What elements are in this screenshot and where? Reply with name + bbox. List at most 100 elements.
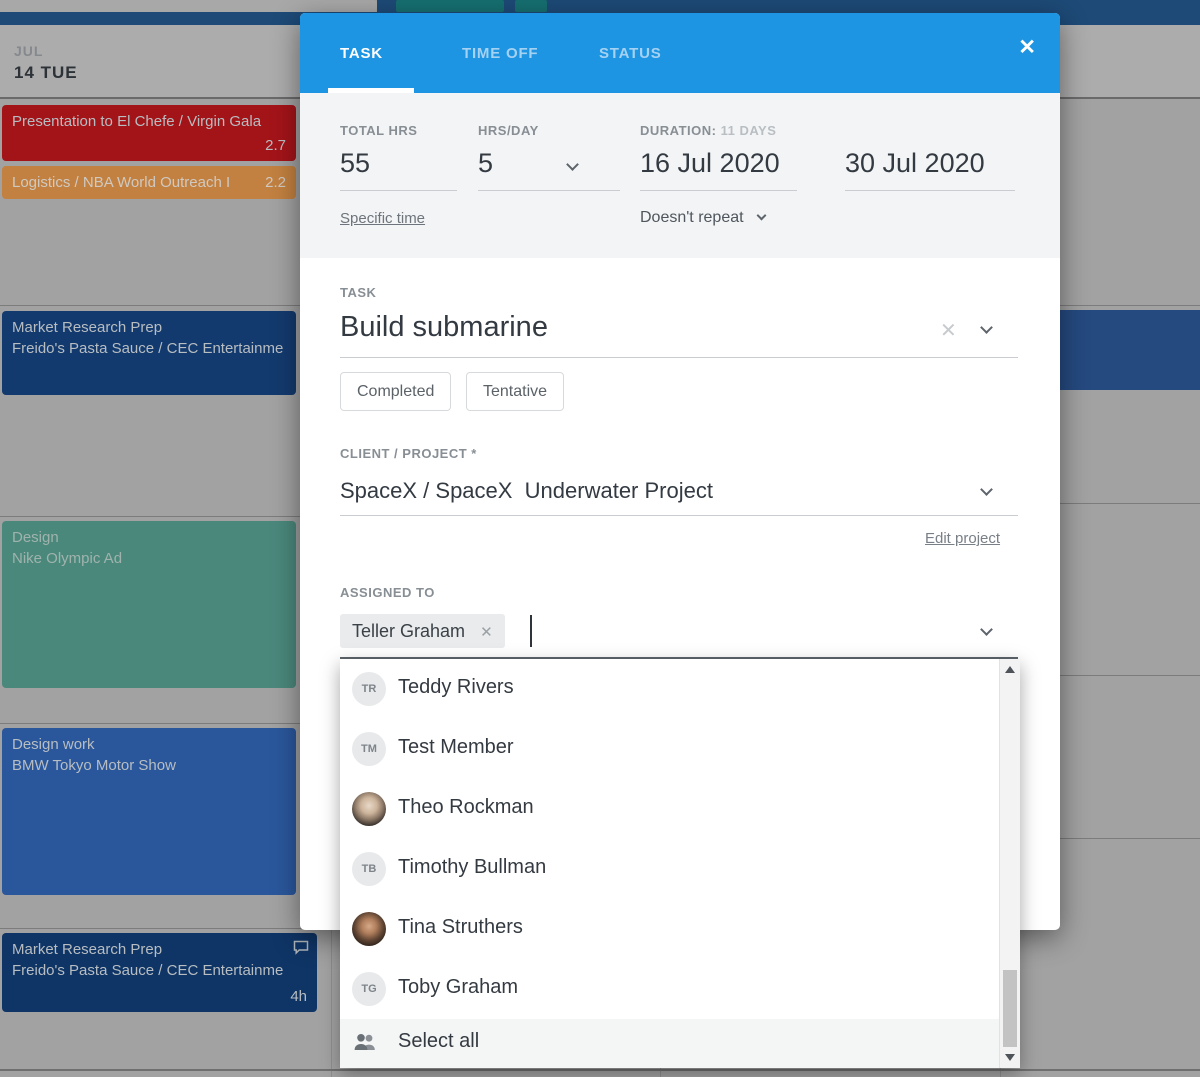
grid-row-line (0, 305, 331, 306)
edit-project-link[interactable]: Edit project (925, 530, 1000, 547)
assignee-dropdown: TR Teddy Rivers TM Test Member Theo Rock… (340, 659, 1020, 1068)
task-block-project: BMW Tokyo Motor Show (12, 755, 286, 776)
task-block-design-work[interactable]: Design work BMW Tokyo Motor Show (2, 728, 296, 895)
task-block-title: Presentation to El Chefe / Virgin Gala (12, 111, 286, 132)
chevron-down-icon[interactable] (980, 483, 993, 496)
scroll-down-icon[interactable] (1005, 1054, 1015, 1061)
grid-row-line (1060, 305, 1200, 306)
task-block-project: Freido's Pasta Sauce / CEC Entertainme (12, 960, 307, 981)
scroll-up-icon[interactable] (1005, 666, 1015, 673)
completed-button[interactable]: Completed (340, 372, 451, 411)
member-name: Toby Graham (398, 976, 518, 999)
grid-row-line (1060, 675, 1200, 676)
member-option[interactable]: TG Toby Graham (340, 959, 1020, 1019)
schedule-app: JUL 14 TUE Presentation to El Chefe / Vi… (0, 0, 1200, 1077)
task-block-right[interactable] (1060, 310, 1200, 390)
member-option[interactable]: TR Teddy Rivers (340, 659, 1020, 719)
total-hrs-underline (340, 190, 457, 191)
member-name: Theo Rockman (398, 796, 534, 819)
member-option[interactable]: TM Test Member (340, 719, 1020, 779)
task-block-design[interactable]: Design Nike Olympic Ad (2, 521, 296, 688)
grid-row-line (0, 516, 331, 517)
tab-task[interactable]: TASK (340, 45, 383, 62)
grid-bottom-line (0, 1069, 1200, 1071)
avatar-photo (352, 792, 386, 826)
avatar: TM (352, 732, 386, 766)
total-hrs-input[interactable]: 55 (340, 148, 370, 179)
hrs-day-underline (478, 190, 620, 191)
task-label: TASK (340, 285, 376, 300)
tentative-button[interactable]: Tentative (466, 372, 564, 411)
specific-time-link[interactable]: Specific time (340, 210, 425, 227)
month-label: JUL (14, 43, 43, 59)
duration-label: DURATION: 11 DAYS (640, 123, 776, 138)
people-icon (354, 1034, 378, 1051)
text-caret (530, 615, 532, 647)
grid-row-line (1060, 838, 1200, 839)
grid-row-line (0, 928, 331, 929)
duration-days: 11 DAYS (721, 123, 777, 138)
modal-header: TASK TIME OFF STATUS ✕ (300, 13, 1060, 93)
chevron-down-icon[interactable] (566, 158, 579, 171)
member-name: Tina Struthers (398, 916, 523, 939)
hours-section: TOTAL HRS 55 HRS/DAY 5 DURATION: 11 DAYS… (300, 93, 1060, 258)
top-task-bar-teal-2[interactable] (515, 0, 547, 12)
task-name-input[interactable]: Build submarine (340, 311, 548, 344)
client-project-label: CLIENT / PROJECT * (340, 446, 477, 461)
task-block-title: Market Research Prep (12, 317, 286, 338)
chevron-down-icon[interactable] (980, 623, 993, 636)
chevron-down-icon[interactable] (980, 321, 993, 334)
top-task-bar-teal[interactable] (396, 0, 504, 12)
grid-row-line (0, 723, 331, 724)
task-block-title: Logistics / NBA World Outreach I (12, 172, 286, 193)
repeat-select[interactable]: Doesn't repeat (640, 209, 765, 227)
chevron-down-icon (757, 211, 767, 221)
top-task-bar-gray[interactable] (0, 0, 377, 12)
member-option[interactable]: Theo Rockman (340, 779, 1020, 839)
task-block-market-research[interactable]: Market Research Prep Freido's Pasta Sauc… (2, 311, 296, 395)
task-block-hours: 4h (290, 986, 307, 1007)
member-name: Test Member (398, 736, 514, 759)
task-block-title: Design work (12, 734, 286, 755)
dropdown-scrollbar[interactable] (999, 659, 1020, 1068)
member-name: Timothy Bullman (398, 856, 546, 879)
client-project-select[interactable]: SpaceX / SpaceX Underwater Project (340, 478, 713, 504)
tab-time-off[interactable]: TIME OFF (462, 45, 538, 62)
hrs-day-label: HRS/DAY (478, 123, 539, 138)
start-date-input[interactable]: 16 Jul 2020 (640, 148, 780, 179)
task-block-presentation[interactable]: Presentation to El Chefe / Virgin Gala 2… (2, 105, 296, 161)
end-date-underline (845, 190, 1015, 191)
avatar-photo (352, 912, 386, 946)
task-underline (340, 357, 1018, 358)
task-block-hours: 2.2 (265, 172, 286, 193)
start-date-underline (640, 190, 797, 191)
hrs-day-select[interactable]: 5 (478, 148, 493, 179)
grid-row-line (1060, 503, 1200, 504)
clear-task-icon[interactable]: ✕ (940, 318, 957, 343)
task-block-project: Nike Olympic Ad (12, 548, 286, 569)
comment-icon (293, 940, 309, 955)
day-label: 14 TUE (14, 63, 78, 83)
member-option[interactable]: TB Timothy Bullman (340, 839, 1020, 899)
task-block-project: Freido's Pasta Sauce / CEC Entertainme (12, 338, 286, 359)
tab-status[interactable]: STATUS (599, 45, 662, 62)
select-all-label: Select all (398, 1030, 479, 1053)
member-name: Teddy Rivers (398, 676, 514, 699)
scrollbar-thumb[interactable] (1003, 970, 1017, 1047)
task-block-hours: 2.7 (265, 135, 286, 156)
member-option[interactable]: Tina Struthers (340, 899, 1020, 959)
select-all-option[interactable]: Select all (340, 1019, 1020, 1068)
remove-assignee-icon[interactable]: ✕ (480, 624, 493, 641)
avatar: TR (352, 672, 386, 706)
task-block-logistics[interactable]: Logistics / NBA World Outreach I 2.2 (2, 166, 296, 199)
avatar: TG (352, 972, 386, 1006)
assigned-to-label: ASSIGNED TO (340, 585, 435, 600)
assignee-tag-name: Teller Graham (352, 621, 465, 641)
end-date-input[interactable]: 30 Jul 2020 (845, 148, 985, 179)
total-hrs-label: TOTAL HRS (340, 123, 417, 138)
client-underline (340, 515, 1018, 516)
task-block-market-research-2[interactable]: Market Research Prep Freido's Pasta Sauc… (2, 933, 317, 1012)
close-icon[interactable]: ✕ (1018, 35, 1036, 60)
avatar: TB (352, 852, 386, 886)
assignee-tag[interactable]: Teller Graham ✕ (340, 614, 505, 648)
